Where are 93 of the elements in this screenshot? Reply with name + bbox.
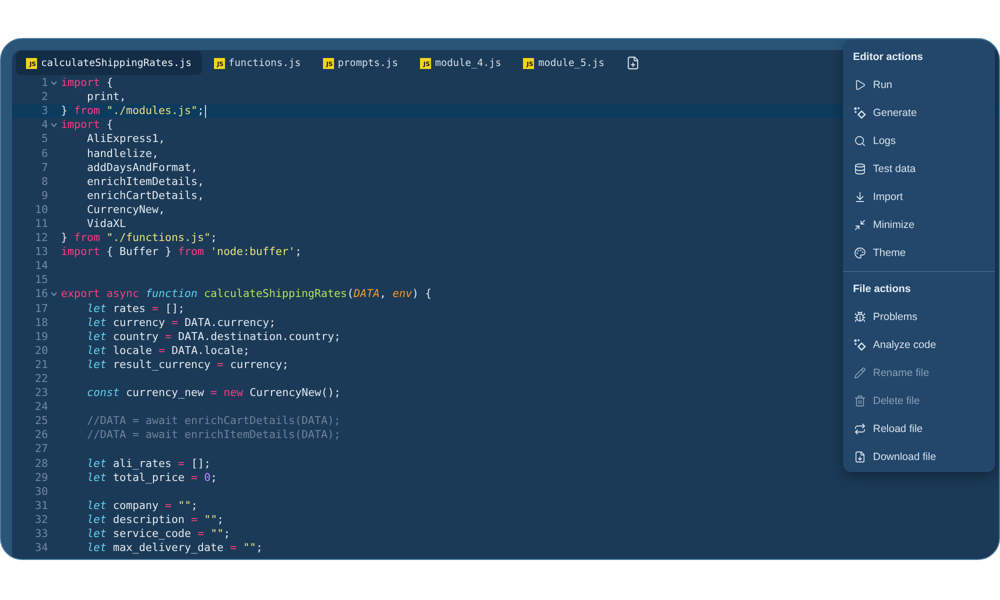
menu-section-title: Editor actions bbox=[852, 50, 924, 65]
menu-item[interactable]: Download file bbox=[843, 443, 995, 471]
code-line: let rates = []; bbox=[87, 302, 185, 316]
line-number: 30 bbox=[34, 484, 48, 499]
new-file-icon[interactable] bbox=[626, 56, 640, 70]
play-icon bbox=[854, 79, 866, 91]
code-line: let total_price = 0; bbox=[87, 470, 218, 485]
code-line: AliExpress1, bbox=[87, 132, 166, 146]
line-number: 13 bbox=[34, 245, 48, 260]
line-number: 20 bbox=[34, 344, 48, 358]
pencil-icon bbox=[854, 367, 866, 379]
line-number: 34 bbox=[34, 541, 48, 556]
menu-item[interactable]: Generate bbox=[843, 99, 995, 127]
line-number: 25 bbox=[34, 414, 48, 428]
line-number: 1 bbox=[40, 76, 48, 90]
menu-item[interactable]: Run bbox=[843, 71, 995, 99]
code-line: CurrencyNew, bbox=[87, 202, 166, 217]
line-number: 22 bbox=[34, 372, 48, 386]
code-line: let country = DATA.destination.country; bbox=[87, 330, 341, 344]
code-line: //DATA = await enrichCartDetails(DATA); bbox=[87, 414, 341, 428]
line-number: 23 bbox=[34, 386, 48, 400]
code-line: enrichCartDetails, bbox=[87, 188, 204, 203]
menu-item[interactable]: Problems bbox=[843, 303, 995, 331]
line-number: 32 bbox=[34, 512, 48, 527]
code-line: } from "./functions.js"; bbox=[61, 231, 218, 246]
line-number: 5 bbox=[40, 132, 48, 146]
code-line: print, bbox=[87, 90, 126, 104]
code-line: VidaXL bbox=[87, 216, 126, 231]
code-line: export async function calculateShippingRates(DATA, env) { bbox=[61, 287, 432, 302]
search-icon bbox=[854, 135, 866, 147]
code-line: handlelize, bbox=[87, 146, 159, 161]
line-number: 15 bbox=[34, 273, 48, 288]
line-number: 8 bbox=[40, 174, 48, 189]
code-line: let ali_rates = []; bbox=[87, 456, 211, 471]
sparkle-icon bbox=[854, 339, 866, 351]
repeat-icon bbox=[854, 423, 866, 435]
menu-item[interactable]: Analyze code bbox=[843, 331, 995, 359]
caret-icon[interactable] bbox=[51, 292, 57, 296]
menu-section-title: File actions bbox=[852, 282, 912, 297]
line-number: 31 bbox=[34, 498, 48, 513]
line-number: 2 bbox=[40, 90, 48, 104]
line-number: 26 bbox=[34, 428, 48, 442]
code-line: import { bbox=[61, 76, 114, 90]
download-icon bbox=[854, 191, 866, 203]
code-line: import { Buffer } from 'node:buffer'; bbox=[61, 245, 302, 260]
database-icon bbox=[854, 163, 866, 175]
line-number: 9 bbox=[40, 188, 48, 203]
menu-item[interactable]: Logs bbox=[843, 127, 995, 155]
code-line: //DATA = await enrichItemDetails(DATA); bbox=[87, 428, 341, 442]
line-number: 29 bbox=[34, 470, 48, 485]
caret-icon[interactable] bbox=[51, 81, 57, 86]
code-line: let currency = DATA.currency; bbox=[87, 316, 276, 330]
line-number: 16 bbox=[34, 287, 48, 302]
line-number: 24 bbox=[34, 400, 48, 414]
line-number: 7 bbox=[40, 160, 48, 175]
line-number: 27 bbox=[34, 442, 48, 456]
line-number: 12 bbox=[34, 231, 48, 246]
code-line: const currency_new = new CurrencyNew(); bbox=[87, 386, 341, 400]
line-number: 6 bbox=[40, 146, 48, 161]
code-line: let max_delivery_date = ""; bbox=[87, 541, 263, 556]
line-number: 28 bbox=[34, 456, 48, 471]
bug-icon bbox=[854, 311, 866, 323]
line-number: 4 bbox=[40, 118, 48, 132]
code-line: } from "./modules.js"; bbox=[61, 104, 204, 118]
line-number: 33 bbox=[34, 527, 48, 542]
line-number: 18 bbox=[34, 316, 48, 330]
text-cursor bbox=[205, 104, 206, 118]
menu-item[interactable]: Test data bbox=[843, 155, 995, 183]
code-line: let company = ""; bbox=[87, 498, 198, 513]
caret-icon[interactable] bbox=[51, 123, 57, 128]
trash-icon bbox=[854, 395, 866, 407]
palette-icon bbox=[854, 247, 866, 259]
line-number: 10 bbox=[34, 202, 48, 217]
menu-item[interactable]: Theme bbox=[843, 239, 995, 267]
file-download-icon bbox=[854, 451, 866, 463]
code-line: let result_currency = currency; bbox=[87, 358, 289, 372]
menu-item[interactable]: Reload file bbox=[843, 415, 995, 443]
line-number: 17 bbox=[34, 302, 48, 316]
code-line: enrichItemDetails, bbox=[87, 174, 204, 189]
sparkle-icon bbox=[854, 107, 866, 119]
code-line: addDaysAndFormat, bbox=[87, 160, 198, 175]
code-line: let service_code = ""; bbox=[87, 527, 230, 542]
line-number: 19 bbox=[34, 330, 48, 344]
code-line: let description = ""; bbox=[87, 512, 224, 527]
line-number: 11 bbox=[34, 216, 48, 231]
line-number: 14 bbox=[34, 259, 48, 274]
line-number: 3 bbox=[40, 104, 48, 118]
code-line: let locale = DATA.locale; bbox=[87, 344, 250, 358]
code-line: import { bbox=[61, 118, 114, 132]
minimize-icon bbox=[854, 219, 866, 231]
line-number: 21 bbox=[34, 358, 48, 372]
menu-item[interactable]: Import bbox=[843, 183, 995, 211]
menu-item[interactable]: Minimize bbox=[843, 211, 995, 239]
